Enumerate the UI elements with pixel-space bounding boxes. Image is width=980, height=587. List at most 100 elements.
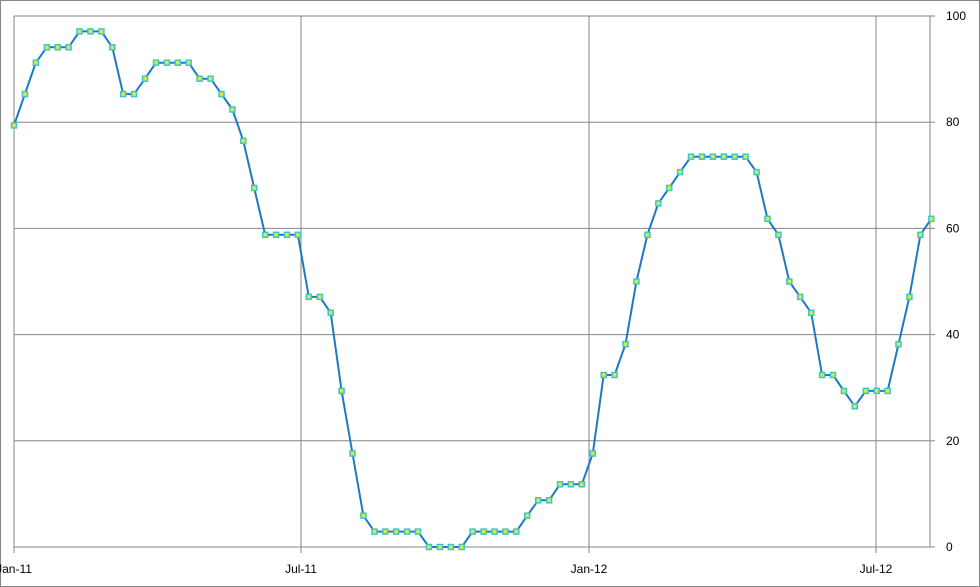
data-point-marker [458, 543, 465, 551]
data-point-marker [687, 153, 695, 160]
data-point-marker [589, 450, 597, 457]
grid-layer [14, 15, 930, 547]
line-chart: 0 20 40 60 80 100 Jan-11 Jul-11 Jan-12 Jul-12 [0, 0, 980, 587]
data-point-marker [141, 75, 149, 82]
data-point-marker [807, 309, 815, 317]
y-tick-label: 20 [946, 434, 960, 448]
y-tick-label: 60 [946, 221, 960, 235]
data-point-marker [491, 528, 498, 535]
data-point-marker [523, 512, 531, 519]
data-point-marker [371, 528, 378, 535]
data-point-marker [655, 200, 662, 207]
data-point-marker [611, 371, 618, 379]
data-point-marker [906, 293, 913, 301]
data-point-marker [425, 543, 433, 551]
data-point-marker [633, 278, 640, 285]
data-point-marker [884, 387, 891, 395]
data-point-marker [644, 231, 651, 239]
data-point-marker [43, 44, 51, 51]
data-point-marker [338, 387, 345, 395]
data-point-marker [502, 528, 509, 535]
data-point-marker [840, 387, 848, 395]
y-tick-label: 0 [946, 540, 953, 554]
data-point-marker [174, 59, 182, 66]
data-point-marker [414, 528, 422, 535]
data-point-marker [622, 340, 629, 348]
data-point-marker [207, 75, 214, 82]
data-point-marker [76, 28, 83, 35]
data-point-marker [556, 481, 564, 488]
data-point-marker [392, 528, 400, 535]
data-point-marker [382, 528, 389, 535]
data-point-marker [513, 528, 520, 535]
data-point-marker [185, 59, 192, 66]
data-point-marker [742, 153, 749, 160]
data-point-marker [829, 371, 837, 379]
data-point-marker [272, 231, 280, 239]
data-point-marker [360, 512, 367, 519]
data-point-marker [578, 481, 586, 488]
tick-label-layer: 0 20 40 60 80 100 Jan-11 Jul-11 Jan-12 Jul-12 [0, 9, 966, 576]
data-point-marker [10, 122, 18, 129]
data-point-marker [698, 153, 706, 160]
data-point-marker [109, 44, 116, 51]
data-point-marker [87, 28, 94, 35]
x-tick-label: Jan-12 [571, 562, 608, 576]
chart-border [0, 0, 980, 587]
data-point-marker [786, 278, 793, 285]
axis-layer [0, 0, 980, 587]
data-point-marker [152, 59, 160, 66]
data-point-marker [480, 528, 487, 535]
data-point-marker [316, 293, 324, 301]
data-point-marker [294, 231, 302, 239]
y-tick-label: 100 [946, 9, 966, 23]
data-point-marker [349, 450, 356, 457]
data-point-marker [796, 293, 804, 301]
data-point-marker [731, 153, 738, 160]
data-point-marker [436, 543, 444, 551]
data-point-marker [119, 90, 127, 98]
data-point-marker [250, 184, 258, 192]
series-line [13, 30, 933, 548]
data-point-marker [862, 387, 870, 395]
data-point-marker [283, 231, 291, 239]
data-point-marker [130, 90, 138, 98]
data-point-marker [851, 403, 859, 410]
data-point-marker [54, 44, 61, 51]
data-point-marker [600, 371, 607, 379]
data-point-marker [753, 168, 760, 176]
x-tick-label: Jul-11 [285, 562, 317, 576]
data-point-marker [665, 184, 673, 192]
data-point-marker [65, 44, 72, 51]
data-point-marker [261, 231, 269, 239]
data-point-marker [676, 168, 684, 176]
data-point-marker [775, 231, 782, 239]
data-point-marker [163, 59, 171, 66]
data-point-marker [928, 215, 935, 223]
y-tick-label: 80 [946, 115, 960, 129]
data-point-marker [545, 497, 553, 504]
data-point-marker [720, 153, 728, 160]
data-point-marker [447, 543, 455, 551]
x-tick-label: Jan-11 [0, 562, 32, 576]
data-point-marker [403, 528, 411, 535]
data-point-marker [818, 371, 826, 379]
y-tick-label: 40 [946, 328, 960, 342]
data-point-marker [240, 137, 247, 145]
data-point-marker [218, 90, 225, 98]
data-point-marker [305, 293, 313, 301]
data-point-marker [567, 481, 575, 488]
data-point-marker [709, 153, 717, 160]
data-point-marker [32, 59, 40, 66]
data-point-marker [327, 309, 334, 317]
data-point-marker [21, 90, 29, 98]
data-point-marker [917, 231, 924, 239]
data-point-marker [873, 387, 880, 395]
data-point-marker [196, 75, 203, 82]
data-point-marker [895, 340, 902, 348]
data-point-marker [98, 28, 105, 35]
series-line-layer [13, 30, 933, 548]
data-point-marker [534, 497, 542, 504]
x-tick-label: Jul-12 [860, 562, 893, 576]
chart-container: 0 20 40 60 80 100 Jan-11 Jul-11 Jan-12 Jul-12 [0, 0, 980, 587]
